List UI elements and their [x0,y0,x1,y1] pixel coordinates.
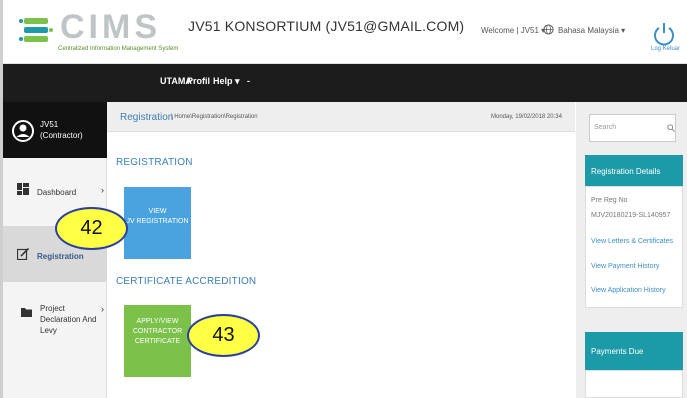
user-id: JV51 [40,120,59,129]
date-time: Monday, 19/02/2018 20:34 [491,114,562,120]
chevron-right-icon: › [101,185,104,195]
tile-line: JV REGISTRATION [126,218,189,225]
tile-line: CERTIFICATE [134,338,181,345]
left-edge [0,0,3,398]
view-application-history-link[interactable]: View Application History [591,287,666,294]
view-payment-history-link[interactable]: View Payment History [591,263,659,270]
search-icon[interactable] [667,124,675,132]
sidebar-item-label: Project Declaration And Levy [40,304,97,335]
folder-icon [21,308,32,317]
logo-subtitle: Centralized Information Management Syste… [58,46,179,52]
nav-item-profil[interactable]: Profil [187,76,210,86]
top-nav-bar [0,64,687,102]
dashboard-icon [17,183,29,195]
tile-line: APPLY/VIEW [136,318,179,325]
app-window: CIMS Centralized Information Management … [0,0,687,398]
page-header-title: JV51 KONSORTIUM (JV51@GMAIL.COM) [188,18,465,34]
nav-item-dash[interactable]: - [247,76,250,86]
tile-line: VIEW [148,208,167,215]
chevron-right-icon: › [101,304,104,314]
sidebar-item-dashboard[interactable]: Dashboard › [0,158,107,214]
sidebar-item-label: Registration [37,252,84,261]
section-title-registration: REGISTRATION [116,157,193,168]
language-selector[interactable]: Bahasa Malaysia ▾ [558,26,625,35]
payments-due-panel [585,370,683,398]
globe-icon [543,24,554,35]
logo-text: CIMS [60,8,161,46]
sidebar-item-label: Dashboard [37,188,77,197]
edit-icon [17,248,29,260]
breadcrumb-path[interactable]: | Home\Registration\Registration [171,114,258,120]
pre-reg-value: MJV20180219-SL140957 [591,212,671,219]
search-placeholder: Search [594,124,617,131]
user-role: (Contractor) [40,131,83,140]
view-letters-link[interactable]: View Letters & Certificates [591,238,673,245]
registration-details-title: Registration Details [591,167,661,176]
callout-43: 43 [187,314,260,357]
view-jv-registration-tile[interactable]: VIEW JV REGISTRATION [124,187,191,259]
nav-item-help[interactable]: Help ▾ [213,76,240,87]
sidebar-item-project-declaration[interactable]: Project Declaration And Levy › [0,290,107,346]
callout-42: 42 [55,207,128,250]
logout-label[interactable]: Log Keluar [651,46,680,52]
user-name: JV51 (Contractor) [40,119,83,141]
user-menu[interactable]: Welcome | JV51 ▾ [481,26,545,35]
apply-view-certificate-tile[interactable]: APPLY/VIEW CONTRACTOR CERTIFICATE [124,305,191,377]
logo-icon [19,18,53,42]
pre-reg-label: Pre Reg No [591,197,628,204]
avatar-icon [12,120,34,142]
cims-logo[interactable]: CIMS Centralized Information Management … [18,8,178,58]
payments-due-title: Payments Due [591,347,644,356]
page-title: Registration [120,112,174,123]
section-title-certificate: CERTIFICATE ACCREDITION [116,276,257,287]
tile-line: CONTRACTOR [132,328,183,335]
